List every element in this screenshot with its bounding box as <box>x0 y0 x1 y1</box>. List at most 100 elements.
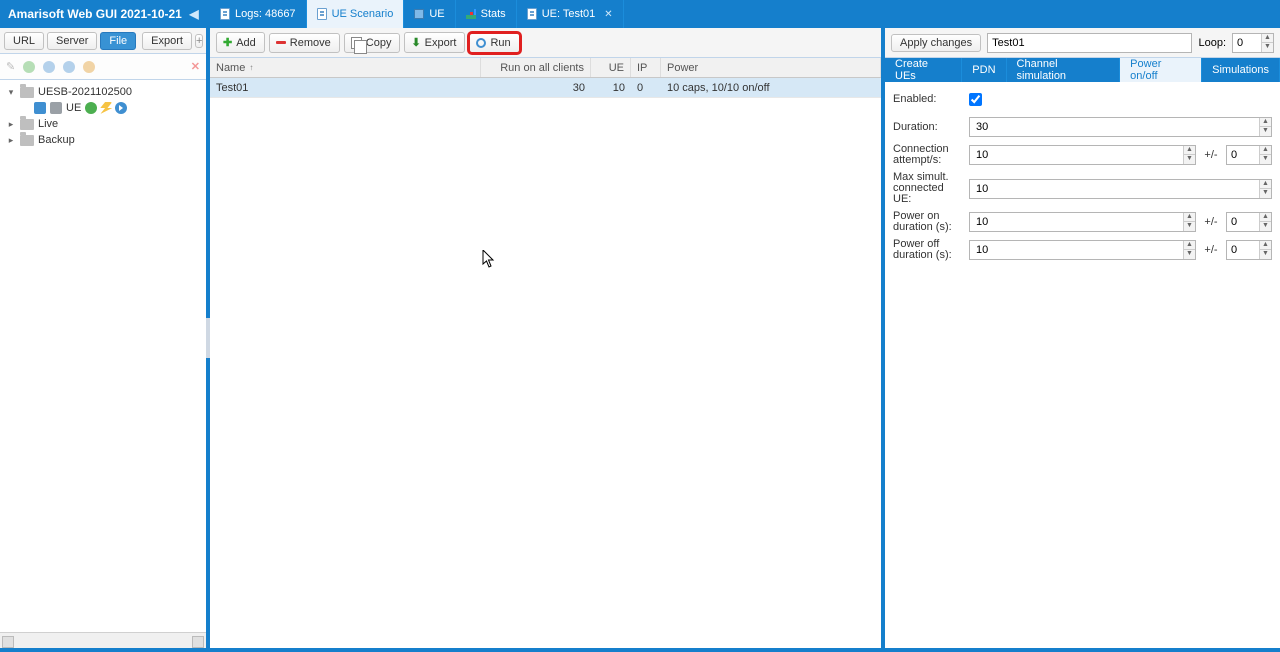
add-button[interactable]: ✚Add <box>216 32 265 53</box>
spin-down-icon[interactable]: ▼ <box>1184 222 1195 231</box>
spin-down-icon[interactable]: ▼ <box>1184 155 1195 164</box>
tab-label: Logs: 48667 <box>235 8 296 20</box>
scenario-toolbar: ✚Add Remove Copy ⬇Export Run <box>210 28 881 58</box>
grid-body[interactable]: Test01 30 10 0 10 caps, 10/10 on/off <box>210 78 881 648</box>
spin-up-icon[interactable]: ▲ <box>1260 213 1271 222</box>
spin-up-icon[interactable]: ▲ <box>1184 213 1195 222</box>
max-input[interactable] <box>970 180 1259 198</box>
add-source-icon[interactable]: + <box>195 34 203 48</box>
mouse-cursor <box>482 250 496 268</box>
play-icon[interactable] <box>23 61 35 73</box>
spin-up-icon[interactable]: ▲ <box>1184 146 1195 155</box>
spin-up-icon[interactable]: ▲ <box>1260 118 1271 127</box>
rtab-channel-sim[interactable]: Channel simulation <box>1007 58 1121 82</box>
duration-input[interactable] <box>970 118 1259 136</box>
tab-label: UE: Test01 <box>542 8 596 20</box>
spin-down-icon[interactable]: ▼ <box>1260 222 1271 231</box>
tab-logs[interactable]: Logs: 48667 <box>210 0 307 28</box>
table-row[interactable]: Test01 30 10 0 10 caps, 10/10 on/off <box>210 78 881 98</box>
spin-down-icon[interactable]: ▼ <box>1260 250 1271 259</box>
col-ue[interactable]: UE <box>591 58 631 77</box>
spin-down-icon[interactable]: ▼ <box>1262 43 1273 52</box>
top-tabstrip: Amarisoft Web GUI 2021-10-21 ◀ Logs: 486… <box>0 0 1280 28</box>
export-button[interactable]: Export <box>142 32 192 50</box>
loop-input[interactable] <box>1233 37 1261 49</box>
col-power[interactable]: Power <box>661 58 881 77</box>
collapse-left-icon[interactable]: ◀ <box>186 6 202 22</box>
conn-pm-spinner[interactable]: ▲▼ <box>1226 145 1272 165</box>
pon-pm-spinner[interactable]: ▲▼ <box>1226 212 1272 232</box>
conn-spinner[interactable]: ▲▼ <box>969 145 1196 165</box>
horizontal-scrollbar[interactable] <box>0 632 206 648</box>
pm-label: +/- <box>1202 149 1220 161</box>
tree-live[interactable]: ▸ Live <box>2 116 204 132</box>
refresh-icon[interactable] <box>43 61 55 73</box>
pm-label: +/- <box>1202 244 1220 256</box>
minus-icon <box>276 41 286 44</box>
rtab-simulations[interactable]: Simulations <box>1202 58 1280 82</box>
file-button[interactable]: File <box>100 32 136 50</box>
poff-pm-spinner[interactable]: ▲▼ <box>1226 240 1272 260</box>
spin-down-icon[interactable]: ▼ <box>1260 155 1271 164</box>
duration-spinner[interactable]: ▲▼ <box>969 117 1272 137</box>
spin-down-icon[interactable]: ▼ <box>1260 127 1271 136</box>
close-icon[interactable]: ✕ <box>604 9 612 20</box>
expand-icon[interactable]: ▸ <box>6 135 16 146</box>
spin-up-icon[interactable]: ▲ <box>1262 34 1273 43</box>
pm-label: +/- <box>1202 216 1220 228</box>
wand-icon[interactable]: ✎ <box>6 60 15 73</box>
poff-spinner[interactable]: ▲▼ <box>969 240 1196 260</box>
server-button[interactable]: Server <box>47 32 97 50</box>
col-name[interactable]: Name↑ <box>210 58 481 77</box>
spin-up-icon[interactable]: ▲ <box>1260 241 1271 250</box>
expand-icon[interactable]: ▾ <box>6 87 16 98</box>
url-button[interactable]: URL <box>4 32 44 50</box>
col-run-all-clients[interactable]: Run on all clients <box>481 58 591 77</box>
rtab-power-onoff[interactable]: Power on/off <box>1120 58 1202 82</box>
conn-input[interactable] <box>970 146 1183 164</box>
spin-up-icon[interactable]: ▲ <box>1260 146 1271 155</box>
enabled-checkbox[interactable] <box>969 93 982 106</box>
run-button[interactable]: Run <box>469 33 519 53</box>
loop-spinner[interactable]: ▲▼ <box>1232 33 1274 53</box>
tree-ue[interactable]: UE <box>20 100 204 116</box>
server-icon <box>50 102 62 114</box>
cell-ue: 10 <box>591 82 631 94</box>
col-ip[interactable]: IP <box>631 58 661 77</box>
tree-backup[interactable]: ▸ Backup <box>2 132 204 148</box>
spin-up-icon[interactable]: ▲ <box>1260 180 1271 189</box>
tab-stats[interactable]: Stats <box>456 0 517 28</box>
tab-ue-test01[interactable]: UE: Test01 ✕ <box>517 0 624 28</box>
copy-button[interactable]: Copy <box>344 33 401 53</box>
cell-power: 10 caps, 10/10 on/off <box>661 82 881 94</box>
spin-down-icon[interactable]: ▼ <box>1184 250 1195 259</box>
poff-label: Power off duration (s): <box>893 239 963 261</box>
export-button[interactable]: ⬇Export <box>404 32 465 53</box>
remove-button[interactable]: Remove <box>269 33 340 53</box>
pon-spinner[interactable]: ▲▼ <box>969 212 1196 232</box>
grid-header: Name↑ Run on all clients UE IP Power <box>210 58 881 78</box>
max-spinner[interactable]: ▲▼ <box>969 179 1272 199</box>
rtab-pdn[interactable]: PDN <box>962 58 1006 82</box>
pon-pm-input[interactable] <box>1227 213 1259 231</box>
btn-label: Copy <box>366 37 392 49</box>
poff-pm-input[interactable] <box>1227 241 1259 259</box>
rtab-create-ues[interactable]: Create UEs <box>885 58 962 82</box>
expand-icon[interactable]: ▸ <box>6 119 16 130</box>
tree-root[interactable]: ▾ UESB-2021102500 <box>2 84 204 100</box>
sort-icon[interactable] <box>83 61 95 73</box>
tab-ue-scenario[interactable]: UE Scenario <box>307 0 405 28</box>
pon-input[interactable] <box>970 213 1183 231</box>
conn-pm-input[interactable] <box>1227 146 1259 164</box>
main-tabs: Logs: 48667 UE Scenario UE Stats UE: Tes… <box>210 0 624 28</box>
tab-ue[interactable]: UE <box>404 0 455 28</box>
poff-input[interactable] <box>970 241 1183 259</box>
apply-changes-button[interactable]: Apply changes <box>891 34 981 52</box>
sync-icon[interactable] <box>63 61 75 73</box>
clear-icon[interactable]: ✕ <box>191 60 200 73</box>
scenario-name-input[interactable] <box>987 33 1192 53</box>
file-tree[interactable]: ▾ UESB-2021102500 UE <box>0 80 206 632</box>
spin-up-icon[interactable]: ▲ <box>1184 241 1195 250</box>
spin-down-icon[interactable]: ▼ <box>1260 189 1271 198</box>
folder-icon <box>20 87 34 98</box>
